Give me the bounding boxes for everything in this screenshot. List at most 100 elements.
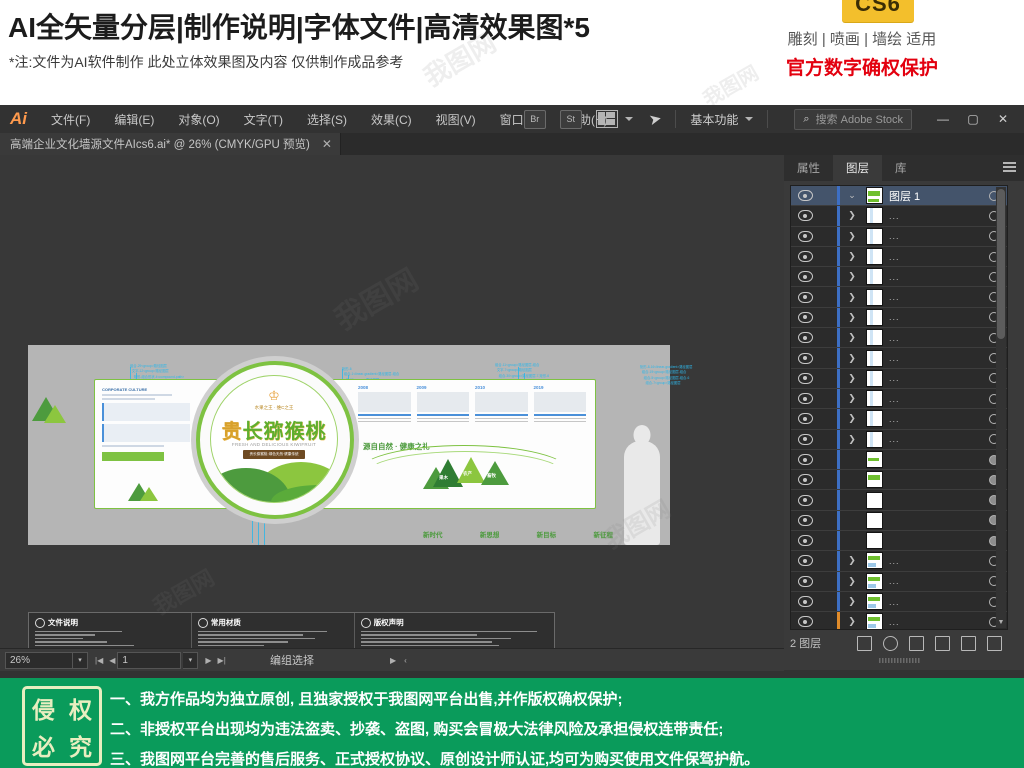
expand-icon[interactable]: ❯ bbox=[840, 231, 864, 242]
layer-name[interactable]: ... bbox=[889, 333, 900, 343]
expand-icon[interactable]: ❯ bbox=[840, 373, 864, 384]
panel-resize-grip[interactable] bbox=[879, 658, 921, 663]
layer-name[interactable]: ... bbox=[889, 353, 900, 363]
expand-icon[interactable]: ❯ bbox=[840, 393, 864, 404]
visibility-toggle[interactable] bbox=[791, 494, 819, 506]
expand-icon[interactable]: ❯ bbox=[840, 271, 864, 282]
visibility-toggle[interactable] bbox=[791, 393, 819, 405]
stock-button[interactable]: St bbox=[559, 109, 582, 129]
visibility-toggle[interactable] bbox=[791, 413, 819, 425]
tab-libraries[interactable]: 库 bbox=[882, 155, 920, 181]
maximize-button[interactable]: ▢ bbox=[958, 106, 988, 132]
visibility-toggle[interactable] bbox=[791, 230, 819, 242]
layer-row[interactable]: ❯... bbox=[791, 368, 1007, 389]
layer-name[interactable]: ... bbox=[889, 312, 900, 322]
zoom-dropdown-icon[interactable]: ▾ bbox=[73, 651, 88, 669]
layer-name[interactable]: ... bbox=[889, 272, 900, 282]
visibility-toggle[interactable] bbox=[791, 454, 819, 465]
page-number-input[interactable]: 1 bbox=[117, 651, 182, 669]
visibility-toggle[interactable] bbox=[791, 575, 819, 587]
visibility-toggle[interactable] bbox=[791, 352, 819, 364]
visibility-toggle[interactable] bbox=[791, 291, 819, 303]
expand-icon[interactable]: ❯ bbox=[840, 434, 864, 445]
layer-row[interactable] bbox=[791, 449, 1007, 471]
layer-row[interactable]: ❯... bbox=[791, 226, 1007, 247]
layer-row-root[interactable]: ⌄ 图层 1 bbox=[791, 186, 1007, 207]
visibility-toggle[interactable] bbox=[791, 616, 819, 628]
visibility-toggle[interactable] bbox=[791, 535, 819, 547]
close-icon[interactable]: ✕ bbox=[322, 137, 332, 151]
new-layer-icon[interactable] bbox=[961, 635, 976, 651]
status-expand-arrows[interactable]: ▶ ‹ bbox=[390, 656, 407, 665]
delete-layer-icon[interactable] bbox=[987, 635, 1002, 651]
layer-name[interactable]: ... bbox=[889, 597, 900, 607]
adobe-stock-search[interactable]: ⌕ 搜索 Adobe Stock bbox=[794, 108, 912, 130]
menu-effect[interactable]: 效果(C) bbox=[368, 109, 415, 130]
next-page-icon[interactable]: ▶ bbox=[205, 656, 211, 665]
visibility-toggle[interactable] bbox=[791, 555, 819, 567]
document-tab[interactable]: 高端企业文化墙源文件AIcs6.ai* @ 26% (CMYK/GPU 预览) … bbox=[0, 133, 341, 155]
layer-row[interactable]: ❯... bbox=[791, 246, 1007, 268]
layer-row[interactable]: ❯... bbox=[791, 287, 1007, 308]
find-icon[interactable] bbox=[883, 635, 898, 651]
layer-row[interactable] bbox=[791, 490, 1007, 511]
layer-row[interactable]: ❯... bbox=[791, 328, 1007, 349]
tab-properties[interactable]: 属性 bbox=[784, 155, 833, 181]
close-button[interactable]: ✕ bbox=[988, 106, 1018, 132]
make-sublayer-icon[interactable] bbox=[935, 635, 950, 651]
first-page-icon[interactable]: |◀ bbox=[95, 656, 103, 665]
expand-icon[interactable]: ❯ bbox=[840, 555, 864, 566]
layer-row[interactable]: ❯... bbox=[791, 307, 1007, 329]
expand-icon[interactable]: ❯ bbox=[840, 332, 864, 343]
layer-name[interactable]: ... bbox=[889, 231, 900, 241]
menu-type[interactable]: 文字(T) bbox=[241, 109, 286, 130]
visibility-toggle[interactable] bbox=[791, 190, 819, 202]
visibility-toggle[interactable] bbox=[791, 433, 819, 445]
scroll-thumb[interactable] bbox=[997, 189, 1005, 339]
layer-row[interactable]: ❯... bbox=[791, 409, 1007, 430]
layer-row[interactable]: ❯... bbox=[791, 348, 1007, 369]
menu-view[interactable]: 视图(V) bbox=[433, 109, 479, 130]
layer-row[interactable] bbox=[791, 510, 1007, 532]
layer-name[interactable]: ... bbox=[889, 252, 900, 262]
expand-icon[interactable]: ❯ bbox=[840, 576, 864, 587]
layer-row[interactable]: ❯... bbox=[791, 612, 1007, 629]
expand-icon[interactable]: ❯ bbox=[840, 353, 864, 364]
visibility-toggle[interactable] bbox=[791, 251, 819, 263]
layer-name[interactable]: ... bbox=[889, 211, 900, 221]
status-tool-label[interactable]: 编组选择 bbox=[270, 652, 314, 668]
minimize-button[interactable]: — bbox=[928, 106, 958, 132]
menu-file[interactable]: 文件(F) bbox=[48, 109, 93, 130]
layer-name[interactable]: ... bbox=[889, 414, 900, 424]
menu-select[interactable]: 选择(S) bbox=[304, 109, 350, 130]
layer-name[interactable]: ... bbox=[889, 556, 900, 566]
rocket-icon[interactable]: ➤ bbox=[647, 109, 663, 129]
expand-icon[interactable]: ❯ bbox=[840, 210, 864, 221]
expand-icon[interactable]: ❯ bbox=[840, 413, 864, 424]
layer-name[interactable]: ... bbox=[889, 394, 900, 404]
visibility-toggle[interactable] bbox=[791, 372, 819, 384]
layer-list[interactable]: ⌄ 图层 1 ❯... ❯... ❯... ❯... ❯... ❯... ❯... ❯... ❯… bbox=[790, 185, 1008, 630]
expand-icon[interactable]: ❯ bbox=[840, 251, 864, 262]
locate-object-icon[interactable] bbox=[857, 635, 872, 651]
visibility-toggle[interactable] bbox=[791, 271, 819, 283]
menu-object[interactable]: 对象(O) bbox=[175, 109, 222, 130]
layer-row[interactable]: ❯... bbox=[791, 267, 1007, 288]
visibility-toggle[interactable] bbox=[791, 332, 819, 344]
layer-row[interactable]: ❯... bbox=[791, 429, 1007, 450]
canvas-area[interactable]: 组合-29<group>路径图层 文字-12<group>路径图层 矩形-组合形… bbox=[0, 155, 785, 648]
layer-row[interactable] bbox=[791, 531, 1007, 552]
expand-icon[interactable]: ⌄ bbox=[840, 190, 864, 201]
layer-name[interactable]: ... bbox=[889, 373, 900, 383]
visibility-toggle[interactable] bbox=[791, 311, 819, 323]
visibility-toggle[interactable] bbox=[791, 474, 819, 486]
workspace-switcher-label[interactable]: 基本功能 bbox=[690, 111, 738, 128]
layer-row[interactable]: ❯... bbox=[791, 206, 1007, 227]
chevron-down-icon[interactable] bbox=[624, 117, 633, 121]
layer-row[interactable]: ❯... bbox=[791, 571, 1007, 592]
layer-scrollbar[interactable]: ▲ ▼ bbox=[996, 187, 1006, 628]
zoom-level-input[interactable]: 26% bbox=[5, 651, 73, 669]
prev-page-icon[interactable]: ◀ bbox=[109, 656, 115, 665]
page-dropdown-icon[interactable]: ▾ bbox=[183, 651, 199, 669]
layer-name[interactable]: ... bbox=[889, 576, 900, 586]
